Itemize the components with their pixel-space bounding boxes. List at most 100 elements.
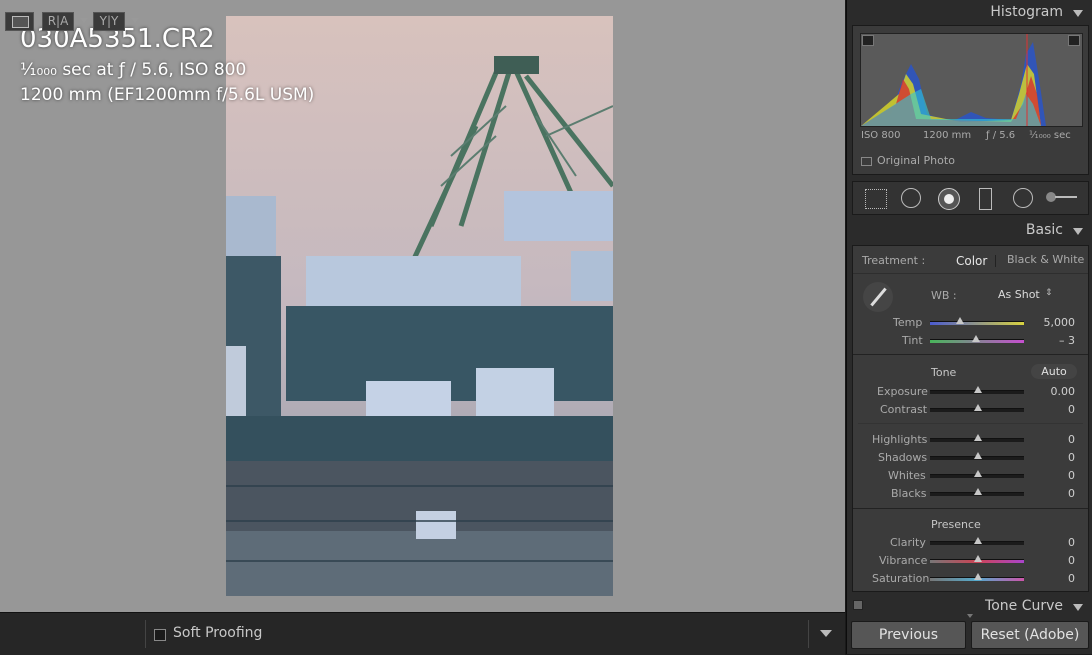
clarity-slider[interactable] [930,537,1024,545]
tone-curve-title[interactable]: Tone Curve [947,598,1063,614]
previous-button[interactable]: Previous [851,621,966,649]
photo-canvas[interactable]: 030A5351.CR2 ¹⁄₁₀₀₀ sec at ƒ / 5.6, ISO … [0,0,845,612]
spot-removal-icon[interactable] [901,188,921,208]
vibrance-value[interactable]: 0 [1035,554,1075,567]
separator [853,508,1088,509]
tint-slider-thumb[interactable] [972,335,981,342]
original-photo-checkbox[interactable] [861,157,872,166]
highlight-clipping-icon[interactable] [1068,35,1080,46]
temp-slider-thumb[interactable] [956,317,965,324]
shadows-value[interactable]: 0 [1035,451,1075,464]
toolbar-divider [145,620,146,648]
separator [853,354,1088,355]
red-eye-icon[interactable] [938,188,960,210]
exposure-slider-thumb[interactable] [974,386,982,393]
soft-proofing-label[interactable]: Soft Proofing [173,625,262,641]
contrast-slider-thumb[interactable] [974,404,982,411]
whites-slider-thumb[interactable] [974,470,982,477]
clarity-slider-thumb[interactable] [974,537,982,544]
loupe-view-button[interactable] [5,12,34,31]
wb-eyedropper-icon[interactable] [863,282,893,312]
bottom-toolbar [0,612,845,655]
histogram-graph[interactable] [860,33,1083,127]
saturation-value[interactable]: 0 [1035,572,1075,585]
info-exposure: ¹⁄₁₀₀₀ sec at ƒ / 5.6, ISO 800 [20,60,247,80]
histogram-collapse-icon[interactable] [1073,10,1083,17]
blacks-slider[interactable] [930,488,1024,496]
histogram-curves [861,34,1046,126]
before-after-dropdown-icon[interactable] [80,18,88,23]
brush-handle [1055,196,1077,198]
whites-value[interactable]: 0 [1035,469,1075,482]
radial-filter-icon[interactable] [1013,188,1033,208]
toolbar-divider-right [808,620,809,648]
tone-curve-collapse-icon[interactable] [1073,604,1083,611]
survey-dropdown-icon[interactable] [131,18,139,23]
loupe-icon [12,16,29,28]
develop-panel: Histogram ISO 800 1200 mm ƒ / 5.6 ¹⁄₁₀₀₀… [846,0,1092,654]
treatment-bw[interactable]: Black & White [1007,253,1084,266]
temp-label: Temp [893,316,923,329]
presence-label: Presence [931,518,981,531]
basic-collapse-icon[interactable] [1073,228,1083,235]
basic-panel: Treatment : Color Black & White WB : As … [852,245,1089,592]
graduated-filter-icon[interactable] [979,188,992,210]
treatment-label: Treatment : [862,254,926,267]
basic-title[interactable]: Basic [947,222,1063,238]
hist-shutter: ¹⁄₁₀₀₀ sec [1029,130,1071,141]
tint-slider[interactable] [930,335,1024,343]
treatment-color[interactable]: Color [956,254,987,268]
whites-slider[interactable] [930,470,1024,478]
wb-label: WB : [931,289,957,302]
saturation-slider[interactable] [930,573,1024,581]
shadow-clipping-icon[interactable] [862,35,874,46]
exposure-slider[interactable] [930,386,1024,394]
blacks-value[interactable]: 0 [1035,487,1075,500]
vibrance-slider-thumb[interactable] [974,555,982,562]
saturation-label: Saturation [872,572,930,585]
before-after-button[interactable]: R|A [42,12,74,31]
survey-button[interactable]: Y|Y [93,12,125,31]
blacks-slider-thumb[interactable] [974,488,982,495]
temp-value[interactable]: 5,000 [1035,316,1076,329]
tint-value[interactable]: – 3 [1035,334,1075,347]
blacks-label: Blacks [891,487,927,500]
toolbar-menu-icon[interactable] [820,630,832,637]
crop-overlay-icon[interactable] [865,189,887,209]
shadows-slider-thumb[interactable] [974,452,982,459]
contrast-slider[interactable] [930,404,1024,412]
eyedropper-shape [870,287,887,307]
adjustment-brush-icon[interactable] [1046,192,1078,202]
panel-scroll-icon[interactable] [967,614,973,618]
wb-select-arrow-icon[interactable]: ⇕ [1045,288,1053,298]
vibrance-label: Vibrance [879,554,928,567]
hist-aperture: ƒ / 5.6 [986,130,1016,141]
original-photo-label[interactable]: Original Photo [877,154,955,167]
treatment-divider [995,255,996,267]
exposure-value[interactable]: 0.00 [1035,385,1076,398]
highlights-slider[interactable] [930,434,1024,442]
vibrance-slider[interactable] [930,555,1024,563]
red-eye-pupil [944,194,954,204]
hist-iso: ISO 800 [861,130,901,141]
exposure-label: Exposure [877,385,928,398]
clarity-value[interactable]: 0 [1035,536,1075,549]
shadows-slider[interactable] [930,452,1024,460]
tint-label: Tint [902,334,923,347]
highlights-value[interactable]: 0 [1035,433,1075,446]
reset-button[interactable]: Reset (Adobe) [971,621,1089,649]
temp-slider[interactable] [930,317,1024,325]
saturation-slider-thumb[interactable] [974,573,982,580]
auto-tone-button[interactable]: Auto [1031,364,1077,379]
wb-select[interactable]: As Shot [998,288,1040,301]
tone-curve-toggle-icon[interactable] [853,600,863,610]
histogram-title[interactable]: Histogram [947,4,1063,20]
separator [858,423,1083,424]
soft-proofing-checkbox[interactable] [154,629,166,641]
whites-label: Whites [888,469,926,482]
tool-strip [852,181,1089,215]
highlights-label: Highlights [872,433,928,446]
contrast-value[interactable]: 0 [1035,403,1075,416]
highlights-slider-thumb[interactable] [974,434,982,441]
info-lens: 1200 mm (EF1200mm f/5.6L USM) [20,85,315,105]
